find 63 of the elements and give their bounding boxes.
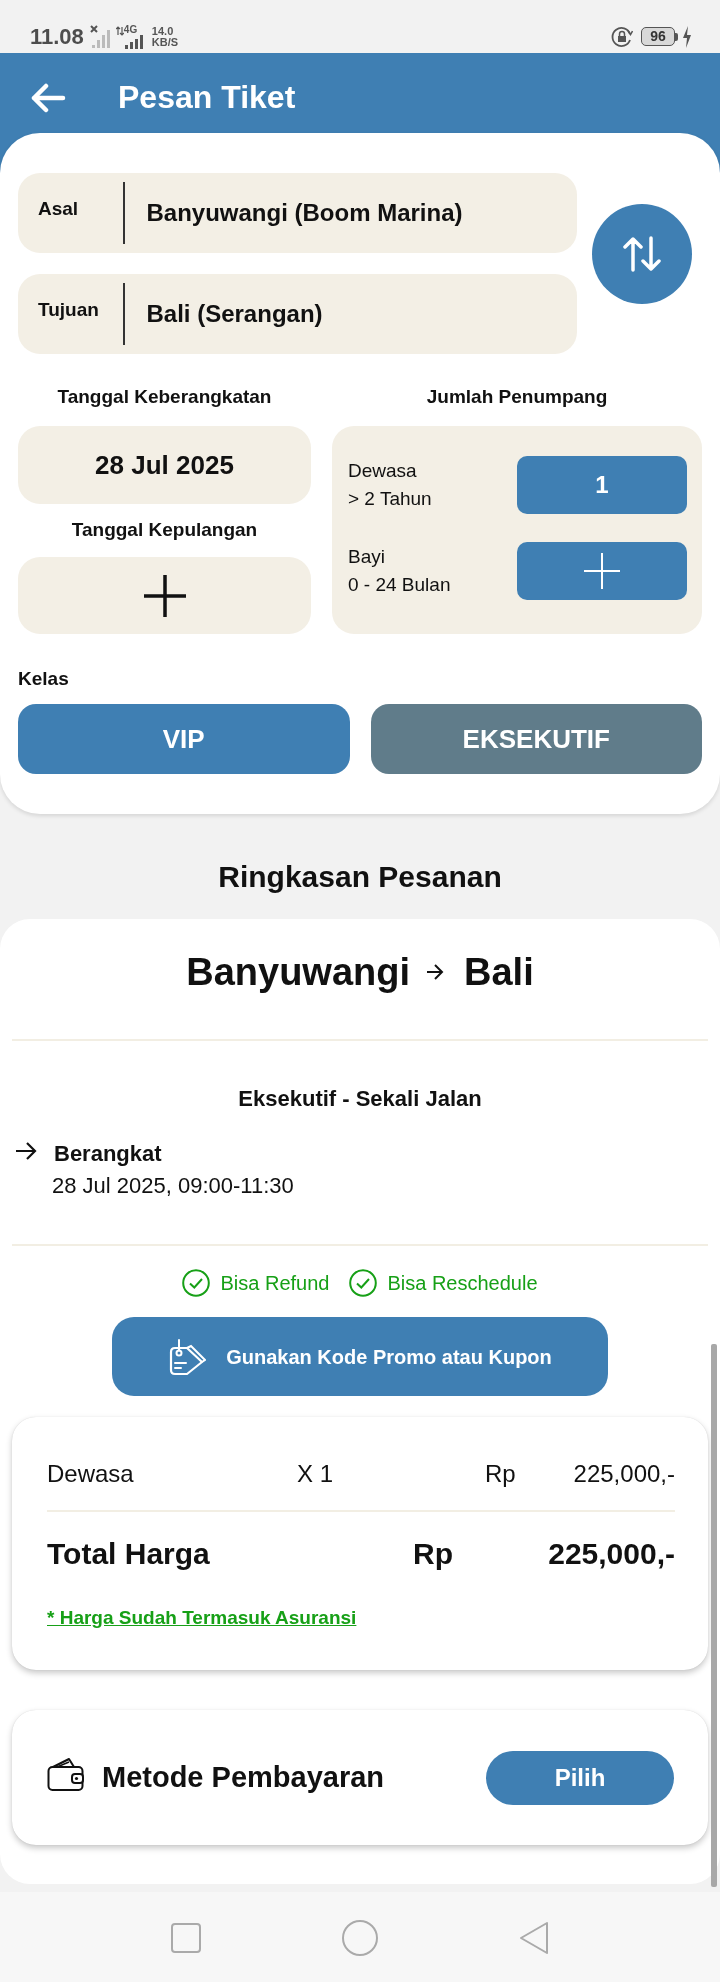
battery-indicator: 96 bbox=[641, 27, 678, 46]
check-circle-icon bbox=[349, 1269, 378, 1297]
return-date-field[interactable] bbox=[18, 557, 311, 634]
plus-icon bbox=[143, 574, 186, 617]
trip-type: Eksekutif - Sekali Jalan bbox=[237, 1085, 483, 1113]
rotation-lock-icon bbox=[611, 25, 633, 48]
class-option-button[interactable]: VIP bbox=[18, 704, 350, 774]
passenger-age-range: > 2 Tahun bbox=[348, 487, 432, 511]
origin-value: Banyuwangi (Boom Marina) bbox=[146, 198, 463, 228]
origin-label: Asal bbox=[38, 196, 80, 221]
class-option-button[interactable]: EKSEKUTIF bbox=[370, 704, 702, 774]
fare-amount: 225,000,- bbox=[573, 1459, 675, 1489]
no-signal-icon bbox=[89, 24, 112, 49]
network-type: 4G bbox=[123, 24, 138, 35]
clock-time: 11.08 bbox=[30, 23, 84, 50]
total-currency: Rp bbox=[413, 1536, 453, 1572]
choose-payment-button[interactable]: Pilih bbox=[486, 1750, 674, 1805]
right-arrow-icon bbox=[426, 964, 445, 980]
wallet-icon bbox=[47, 1755, 85, 1792]
right-arrow-icon bbox=[15, 1142, 37, 1160]
departure-date-label: Tanggal Keberangkatan bbox=[56, 385, 273, 409]
tag-icon bbox=[168, 1337, 207, 1376]
section-title: Ringkasan Pesanan bbox=[217, 859, 503, 895]
promo-code-button[interactable]: Gunakan Kode Promo atau Kupon bbox=[112, 1317, 608, 1396]
destination-value: Bali (Serangan) bbox=[146, 299, 323, 329]
departure-datetime: 28 Jul 2025, 09:00-11:30 bbox=[52, 1172, 294, 1200]
fare-currency: Rp bbox=[485, 1459, 516, 1489]
recent-apps-icon[interactable] bbox=[170, 1923, 201, 1953]
fare-quantity: X 1 bbox=[297, 1459, 335, 1489]
route-origin: Banyuwangi bbox=[186, 950, 411, 995]
route-destination: Bali bbox=[464, 950, 534, 995]
page-title: Pesan Tiket bbox=[118, 78, 296, 117]
add-passenger-button[interactable] bbox=[517, 542, 687, 600]
class-label: Kelas bbox=[18, 667, 70, 691]
speed-unit: KB/S bbox=[151, 36, 179, 48]
destination-selector[interactable]: Tujuan Bali (Serangan) bbox=[18, 274, 577, 354]
check-circle-icon bbox=[182, 1269, 211, 1297]
passenger-age-range: 0 - 24 Bulan bbox=[348, 573, 451, 597]
departure-label: Berangkat bbox=[54, 1140, 163, 1168]
passenger-count-button[interactable]: 1 bbox=[517, 456, 687, 514]
policy-text: Bisa Reschedule bbox=[387, 1271, 538, 1296]
origin-selector[interactable]: Asal Banyuwangi (Boom Marina) bbox=[18, 173, 577, 253]
departure-date-field[interactable]: 28 Jul 2025 bbox=[18, 426, 311, 504]
return-date-label: Tanggal Kepulangan bbox=[70, 518, 259, 542]
passenger-count-label: Jumlah Penumpang bbox=[425, 385, 609, 409]
plus-icon bbox=[584, 553, 620, 589]
total-amount: 225,000,- bbox=[548, 1536, 675, 1572]
insurance-note-link[interactable]: * Harga Sudah Termasuk Asuransi bbox=[47, 1606, 357, 1630]
data-activity-icon bbox=[115, 25, 124, 36]
fare-label: Dewasa bbox=[47, 1459, 135, 1489]
passenger-type: Dewasa bbox=[348, 459, 418, 483]
total-label: Total Harga bbox=[47, 1536, 211, 1572]
network-speed: 14.0 bbox=[151, 25, 175, 37]
back-icon[interactable] bbox=[519, 1921, 550, 1955]
destination-label: Tujuan bbox=[38, 297, 100, 322]
policy-text: Bisa Refund bbox=[220, 1271, 330, 1296]
passenger-type: Bayi bbox=[348, 545, 386, 569]
home-icon[interactable] bbox=[342, 1920, 378, 1956]
signal-icon bbox=[123, 34, 144, 49]
charging-bolt-icon bbox=[682, 25, 692, 48]
payment-method-label: Metode Pembayaran bbox=[102, 1759, 385, 1795]
back-arrow-icon[interactable] bbox=[30, 83, 66, 113]
swap-arrows-icon bbox=[622, 235, 662, 272]
